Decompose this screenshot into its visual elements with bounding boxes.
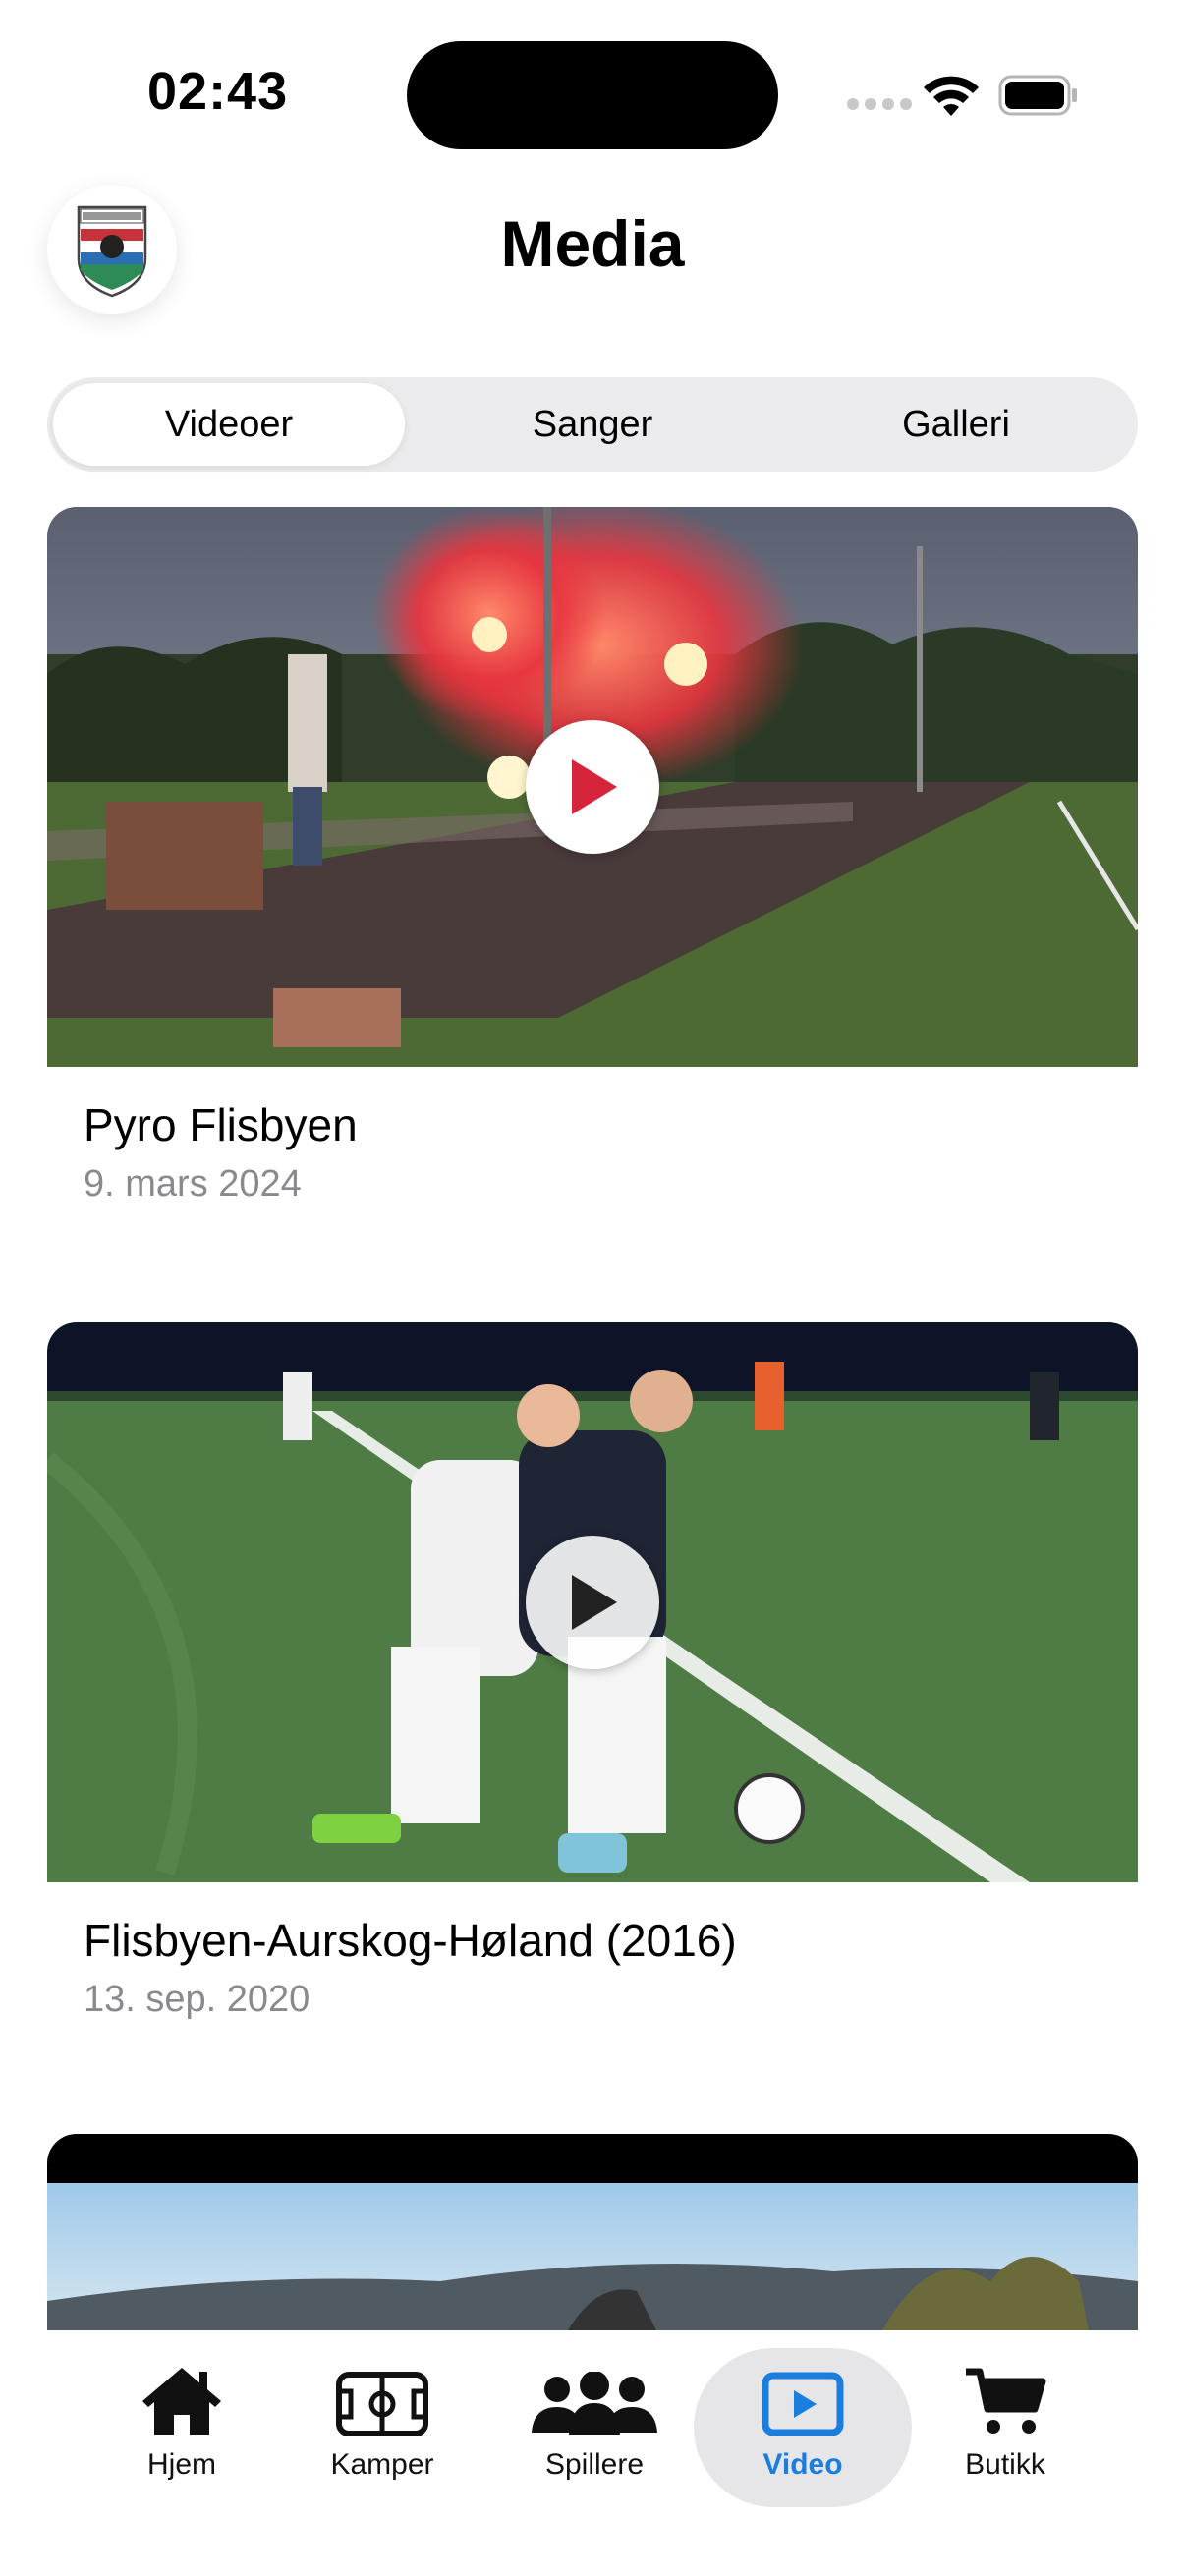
video-date: 9. mars 2024 <box>84 1163 302 1204</box>
play-icon <box>572 759 617 814</box>
page-title: Media <box>500 207 685 280</box>
house-icon <box>142 2368 221 2435</box>
segment-galleri[interactable]: Galleri <box>780 383 1132 466</box>
play-button[interactable] <box>526 1536 659 1669</box>
cart-icon <box>966 2368 1046 2434</box>
video-card[interactable]: Pyro Flisbyen 9. mars 2024 <box>47 507 1138 1205</box>
wifi-icon <box>924 76 979 116</box>
football-pitch-icon <box>336 2372 428 2436</box>
people-icon <box>532 2372 657 2435</box>
tab-label: Kamper <box>330 2448 434 2481</box>
segment-sanger[interactable]: Sanger <box>417 383 768 466</box>
thumbnail-image <box>47 2134 1138 2330</box>
segment-videoer[interactable]: Videoer <box>53 383 405 466</box>
play-button[interactable] <box>526 720 659 854</box>
tab-video[interactable]: Video <box>709 2358 896 2515</box>
tab-bar: Hjem Kamper Spillere Video Butikk <box>0 2330 1185 2576</box>
video-card[interactable]: Flisbyen-Aurskog-Høland (2016) 13. sep. … <box>47 1322 1138 2021</box>
video-thumbnail[interactable] <box>47 507 1138 1067</box>
tab-hjem[interactable]: Hjem <box>88 2358 275 2515</box>
play-icon <box>572 1575 617 1630</box>
tab-label: Video <box>762 2448 843 2481</box>
video-thumbnail[interactable] <box>47 1322 1138 1882</box>
tab-spillere[interactable]: Spillere <box>501 2358 688 2515</box>
tab-label: Butikk <box>965 2448 1045 2481</box>
media-segmented-control: Videoer Sanger Galleri <box>47 377 1138 472</box>
video-date: 13. sep. 2020 <box>84 1979 310 2020</box>
play-rectangle-icon <box>762 2372 844 2436</box>
dynamic-island <box>407 41 778 149</box>
cellular-signal-icon <box>847 98 912 110</box>
video-title: Pyro Flisbyen <box>84 1099 358 1150</box>
tab-label: Spillere <box>544 2448 645 2481</box>
tab-kamper[interactable]: Kamper <box>289 2358 476 2515</box>
video-title: Flisbyen-Aurskog-Høland (2016) <box>84 1915 737 1966</box>
battery-icon <box>998 75 1077 116</box>
video-card[interactable] <box>47 2134 1138 2330</box>
status-time: 02:43 <box>147 62 289 121</box>
tab-butikk[interactable]: Butikk <box>912 2358 1099 2515</box>
video-thumbnail[interactable] <box>47 2134 1138 2330</box>
tab-label: Hjem <box>146 2448 216 2481</box>
